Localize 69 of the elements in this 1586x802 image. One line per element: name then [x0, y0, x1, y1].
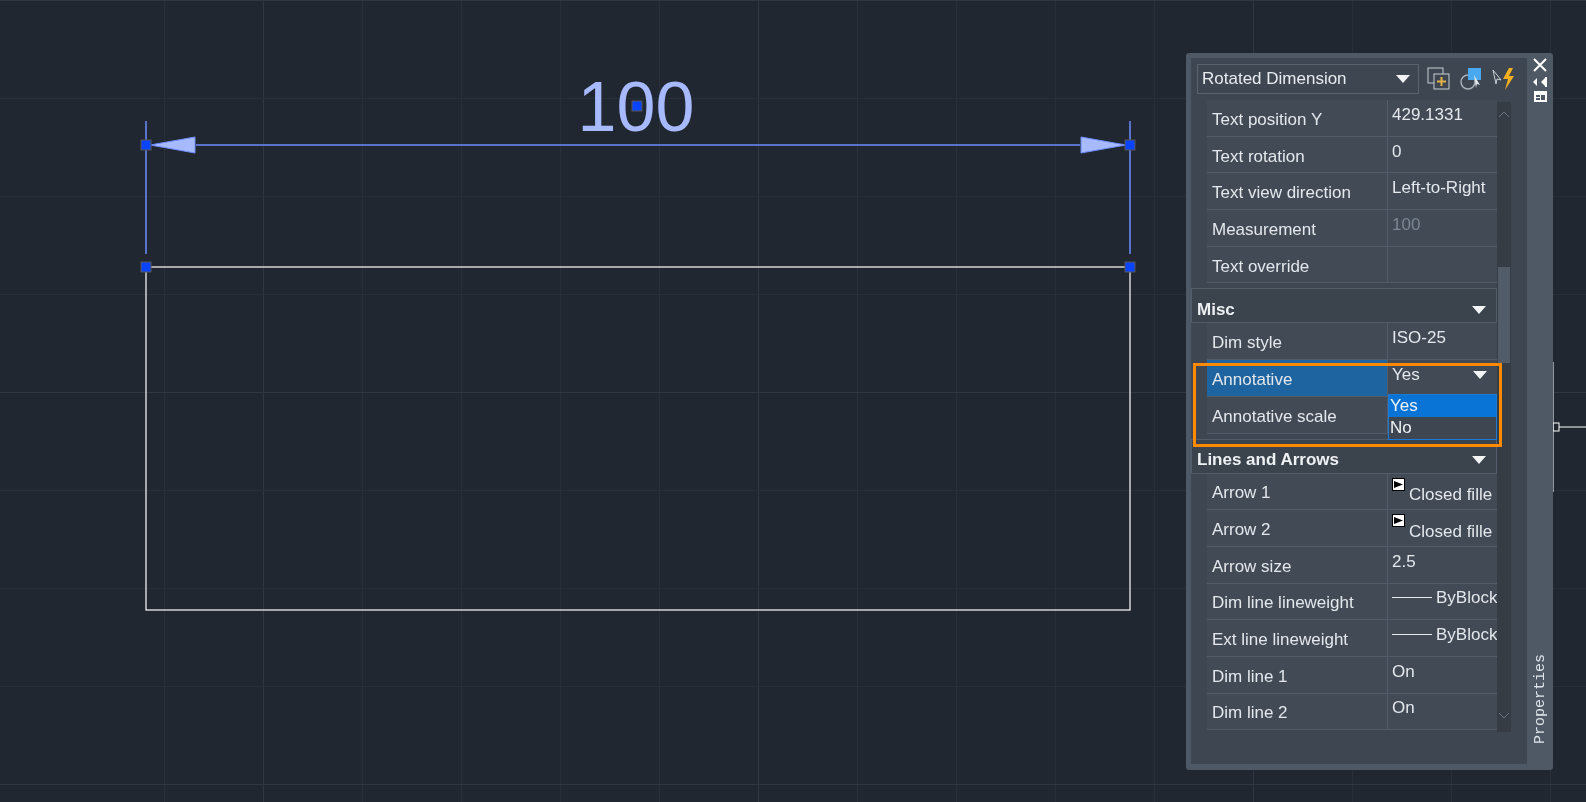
property-value[interactable]: On [1388, 656, 1497, 693]
grip-handle[interactable] [140, 139, 152, 151]
value-text: Left-to-Right [1392, 178, 1486, 199]
property-label[interactable]: Dim style [1207, 323, 1388, 360]
select-objects-icon[interactable] [1459, 67, 1483, 91]
value-text: ByBlock [1436, 625, 1498, 646]
property-value[interactable]: 0 [1388, 136, 1497, 173]
property-label[interactable]: Text position Y [1207, 100, 1388, 136]
lineweight-sample-icon [1392, 634, 1432, 637]
dimension-text: 100 [577, 68, 695, 146]
scrollbar[interactable] [1497, 102, 1511, 732]
property-label[interactable]: Dim line 1 [1207, 656, 1388, 693]
auto-hide-icon[interactable] [1533, 77, 1547, 87]
value-text: 2.5 [1392, 551, 1416, 572]
close-icon[interactable] [1532, 57, 1548, 73]
property-label[interactable]: Text view direction [1207, 173, 1388, 210]
arrowhead-icon [1392, 514, 1405, 528]
caret-icon [1473, 370, 1487, 379]
scroll-down-icon[interactable] [1498, 712, 1510, 720]
value-text: Yes [1392, 364, 1420, 385]
property-value[interactable]: 2.5 [1388, 546, 1497, 583]
property-value[interactable]: On [1388, 693, 1497, 730]
grip-handle[interactable] [1124, 139, 1136, 151]
value-text: Closed fille [1409, 485, 1493, 506]
property-label[interactable]: Arrow size [1207, 546, 1388, 583]
object-type-select[interactable]: Rotated Dimension [1197, 64, 1419, 94]
value-text: 429.1331 [1392, 104, 1463, 125]
caret-icon [1396, 75, 1410, 83]
value-text: 100 [1392, 214, 1421, 235]
caret-icon [1472, 456, 1486, 464]
property-value[interactable]: Left-to-Right [1388, 173, 1497, 210]
section-title: Misc [1197, 299, 1235, 320]
caret-icon [1472, 305, 1486, 314]
value-text: Closed fille [1409, 522, 1493, 543]
property-value[interactable]: ByBlock [1388, 583, 1498, 620]
value-text: ISO-25 [1392, 328, 1446, 349]
property-value[interactable]: Closed fille [1388, 510, 1497, 546]
grip-handle[interactable] [140, 261, 152, 273]
lineweight-sample-icon [1392, 597, 1432, 600]
arrowhead-icon [1392, 477, 1405, 491]
property-label[interactable]: Arrow 1 [1207, 473, 1388, 510]
quick-select-icon[interactable] [1491, 67, 1517, 91]
property-label[interactable]: Annotative scale [1207, 396, 1388, 433]
properties-settings-icon[interactable] [1533, 91, 1547, 102]
section-header[interactable]: Misc [1191, 288, 1497, 324]
scrollbar-thumb[interactable] [1498, 267, 1510, 363]
property-label[interactable]: Ext line lineweight [1207, 620, 1388, 656]
property-value[interactable]: 429.1331 [1388, 100, 1497, 136]
property-label[interactable]: Annotative [1207, 360, 1388, 396]
scroll-up-icon[interactable] [1498, 110, 1510, 118]
select-text: Rotated Dimension [1202, 69, 1347, 89]
property-value[interactable]: Closed fille [1388, 473, 1497, 510]
property-label[interactable]: Text override [1207, 246, 1388, 283]
property-value[interactable]: ISO-25 [1388, 323, 1497, 360]
panel-side-title: Properties [1531, 654, 1549, 744]
add-selection-icon[interactable] [1427, 67, 1451, 91]
property-value[interactable]: ByBlock [1388, 620, 1498, 656]
property-label[interactable]: Measurement [1207, 210, 1388, 246]
value-text: On [1392, 698, 1415, 719]
value-text: On [1392, 661, 1415, 682]
section-title: Lines and Arrows [1197, 450, 1339, 470]
property-label[interactable]: Dim line lineweight [1207, 583, 1388, 620]
property-label[interactable]: Text rotation [1207, 136, 1388, 173]
property-label[interactable]: Dim line 2 [1207, 693, 1388, 730]
grip-handle[interactable] [1124, 261, 1136, 273]
value-text: ByBlock [1436, 588, 1498, 609]
property-label[interactable]: Arrow 2 [1207, 510, 1388, 546]
dropdown-option[interactable]: Yes [1389, 395, 1496, 418]
value-text: 0 [1392, 141, 1402, 162]
